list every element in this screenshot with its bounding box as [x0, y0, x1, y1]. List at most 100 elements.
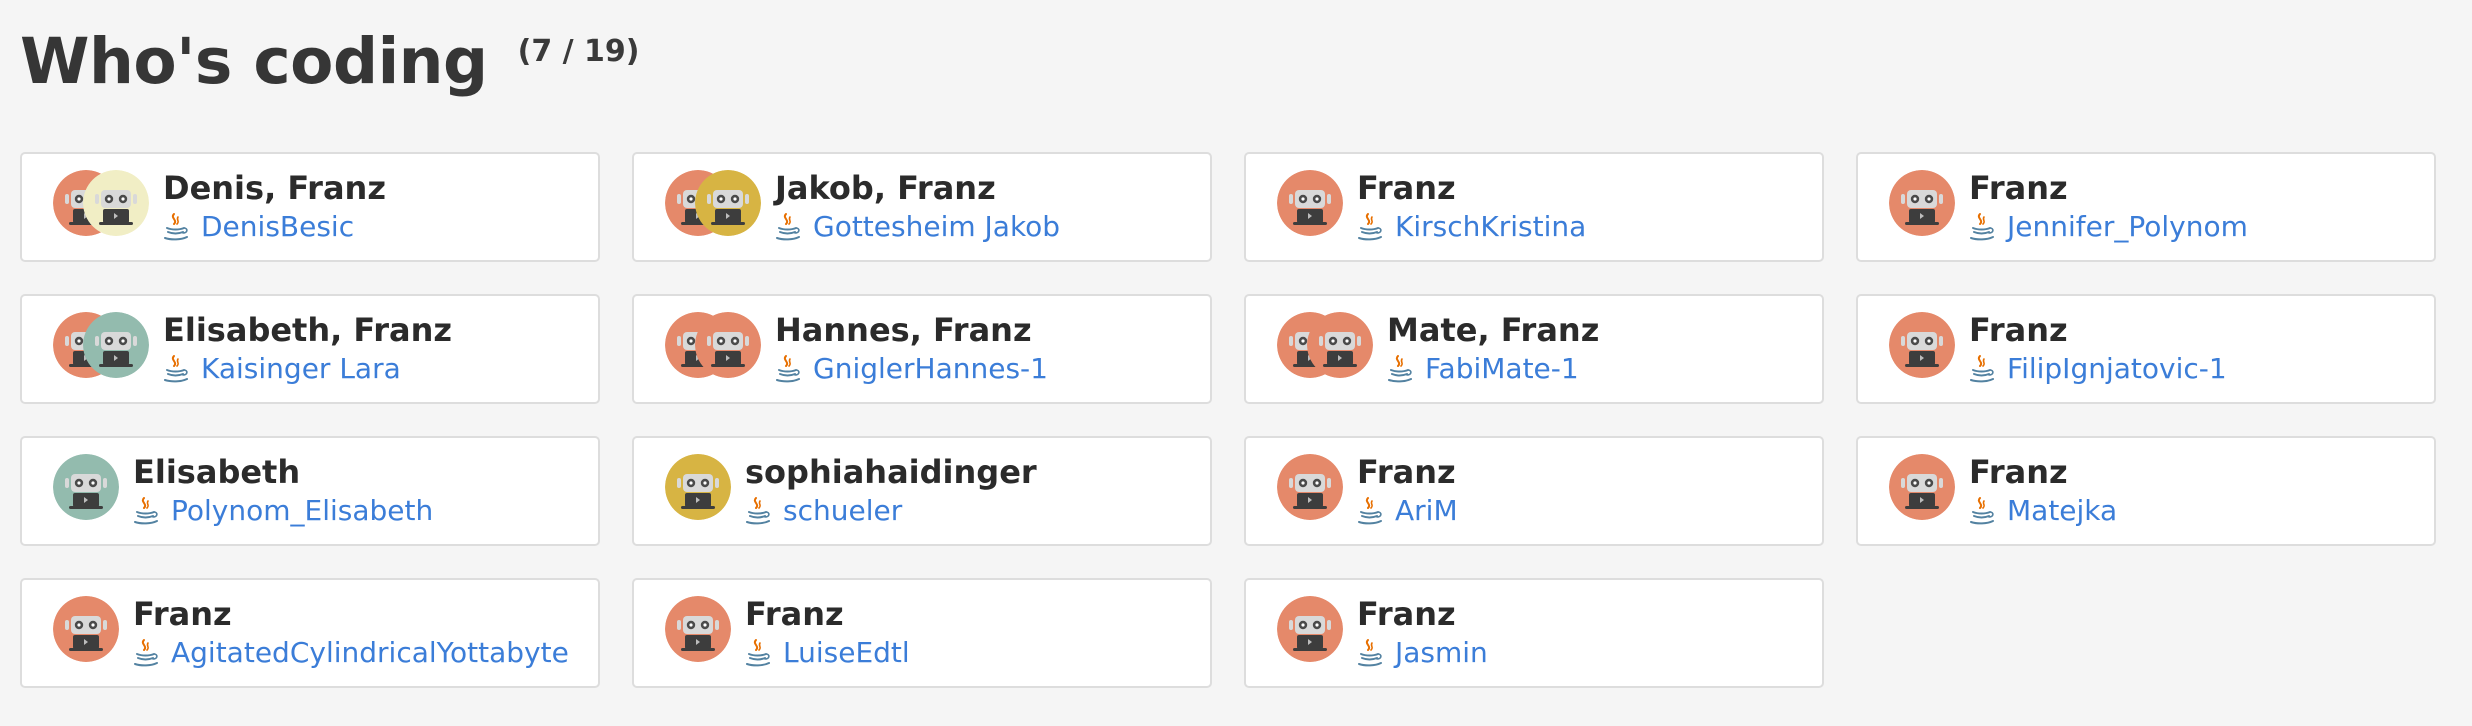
session-link[interactable]: Jasmin [1395, 636, 1488, 670]
session-line: KirschKristina [1357, 210, 1586, 244]
participant-names: Franz [1969, 453, 2068, 491]
java-icon [133, 638, 159, 668]
session-card[interactable]: Franz KirschKristina [1244, 152, 1824, 262]
session-link[interactable]: AriM [1395, 494, 1458, 528]
session-link[interactable]: DenisBesic [201, 210, 354, 244]
participant-names: Franz [1969, 169, 2068, 207]
java-icon [1357, 496, 1383, 526]
card-text: Franz Matejka [1969, 452, 2117, 528]
participant-names: Franz [1969, 311, 2068, 349]
java-icon [1357, 212, 1383, 242]
session-line: LuiseEdtl [745, 636, 910, 670]
avatar-group [1277, 312, 1373, 378]
robot-avatar-icon [1889, 170, 1955, 236]
card-text: Franz AgitatedCylindricalYottabyte [133, 594, 569, 670]
session-line: Jennifer_Polynom [1969, 210, 2248, 244]
session-link[interactable]: schueler [783, 494, 902, 528]
avatar-group [53, 312, 149, 378]
avatar-group [665, 312, 761, 378]
card-text: Franz KirschKristina [1357, 168, 1586, 244]
robot-avatar-icon [1889, 312, 1955, 378]
participant-names: sophiahaidinger [745, 453, 1037, 491]
robot-avatar-icon [665, 454, 731, 520]
avatar-group [1889, 312, 1955, 378]
session-link[interactable]: Matejka [2007, 494, 2117, 528]
java-icon [1387, 354, 1413, 384]
participant-names: Jakob, Franz [775, 169, 996, 207]
session-card[interactable]: Franz AgitatedCylindricalYottabyte [20, 578, 600, 688]
session-link[interactable]: KirschKristina [1395, 210, 1586, 244]
session-line: Matejka [1969, 494, 2117, 528]
avatar-group [1889, 170, 1955, 236]
session-card[interactable]: Jakob, Franz Gottesheim Jakob [632, 152, 1212, 262]
robot-avatar-icon [695, 170, 761, 236]
session-card[interactable]: Franz Matejka [1856, 436, 2436, 546]
participant-names: Elisabeth, Franz [163, 311, 453, 349]
session-line: FabiMate-1 [1387, 352, 1599, 386]
session-line: GniglerHannes-1 [775, 352, 1048, 386]
page-header: Who's coding (7 / 19) [20, 22, 640, 102]
avatar-group [1889, 454, 1955, 520]
participant-names: Franz [745, 595, 844, 633]
card-text: Elisabeth Polynom_Elisabeth [133, 452, 433, 528]
session-link[interactable]: FabiMate-1 [1425, 352, 1579, 386]
card-text: Elisabeth, Franz Kaisinger Lara [163, 310, 452, 386]
session-card[interactable]: Franz LuiseEdtl [632, 578, 1212, 688]
java-icon [775, 212, 801, 242]
card-text: sophiahaidinger schueler [745, 452, 1037, 528]
robot-avatar-icon [1277, 454, 1343, 520]
session-line: AriM [1357, 494, 1458, 528]
robot-avatar-icon [1277, 596, 1343, 662]
session-link[interactable]: GniglerHannes-1 [813, 352, 1048, 386]
session-card[interactable]: Franz Jennifer_Polynom [1856, 152, 2436, 262]
java-icon [1969, 354, 1995, 384]
session-line: Kaisinger Lara [163, 352, 452, 386]
session-grid: Denis, Franz DenisBesic Jakob, Franz Got… [20, 152, 2436, 688]
avatar-group [53, 170, 149, 236]
participant-names: Hannes, Franz [775, 311, 1032, 349]
participant-names: Franz [133, 595, 232, 633]
java-icon [1969, 496, 1995, 526]
session-link[interactable]: Gottesheim Jakob [813, 210, 1060, 244]
session-card[interactable]: Denis, Franz DenisBesic [20, 152, 600, 262]
robot-avatar-icon [1307, 312, 1373, 378]
session-link[interactable]: Kaisinger Lara [201, 352, 401, 386]
card-text: Jakob, Franz Gottesheim Jakob [775, 168, 1060, 244]
session-line: Gottesheim Jakob [775, 210, 1060, 244]
avatar-group [665, 170, 761, 236]
session-line: AgitatedCylindricalYottabyte [133, 636, 569, 670]
session-card[interactable]: Mate, Franz FabiMate-1 [1244, 294, 1824, 404]
avatar-group [1277, 596, 1343, 662]
session-card[interactable]: Franz Jasmin [1244, 578, 1824, 688]
robot-avatar-icon [53, 454, 119, 520]
session-link[interactable]: Polynom_Elisabeth [171, 494, 433, 528]
java-icon [745, 638, 771, 668]
card-text: Franz Jennifer_Polynom [1969, 168, 2248, 244]
participant-names: Mate, Franz [1387, 311, 1600, 349]
session-link[interactable]: FilipIgnjatovic-1 [2007, 352, 2227, 386]
robot-avatar-icon [695, 312, 761, 378]
session-link[interactable]: Jennifer_Polynom [2007, 210, 2248, 244]
session-card[interactable]: Elisabeth Polynom_Elisabeth [20, 436, 600, 546]
avatar-group [53, 454, 119, 520]
page: Who's coding (7 / 19) Denis, Franz Denis… [0, 0, 2472, 726]
session-card[interactable]: Franz FilipIgnjatovic-1 [1856, 294, 2436, 404]
session-card[interactable]: sophiahaidinger schueler [632, 436, 1212, 546]
session-card[interactable]: Hannes, Franz GniglerHannes-1 [632, 294, 1212, 404]
participant-names: Franz [1357, 595, 1456, 633]
avatar-group [665, 596, 731, 662]
session-link[interactable]: AgitatedCylindricalYottabyte [171, 636, 569, 670]
session-link[interactable]: LuiseEdtl [783, 636, 910, 670]
session-line: DenisBesic [163, 210, 386, 244]
robot-avatar-icon [1277, 170, 1343, 236]
session-card[interactable]: Franz AriM [1244, 436, 1824, 546]
java-icon [163, 354, 189, 384]
online-count: (7 / 19) [517, 34, 640, 69]
java-icon [133, 496, 159, 526]
avatar-group [1277, 170, 1343, 236]
session-line: Polynom_Elisabeth [133, 494, 433, 528]
card-text: Franz FilipIgnjatovic-1 [1969, 310, 2227, 386]
card-text: Mate, Franz FabiMate-1 [1387, 310, 1599, 386]
session-card[interactable]: Elisabeth, Franz Kaisinger Lara [20, 294, 600, 404]
robot-avatar-icon [665, 596, 731, 662]
